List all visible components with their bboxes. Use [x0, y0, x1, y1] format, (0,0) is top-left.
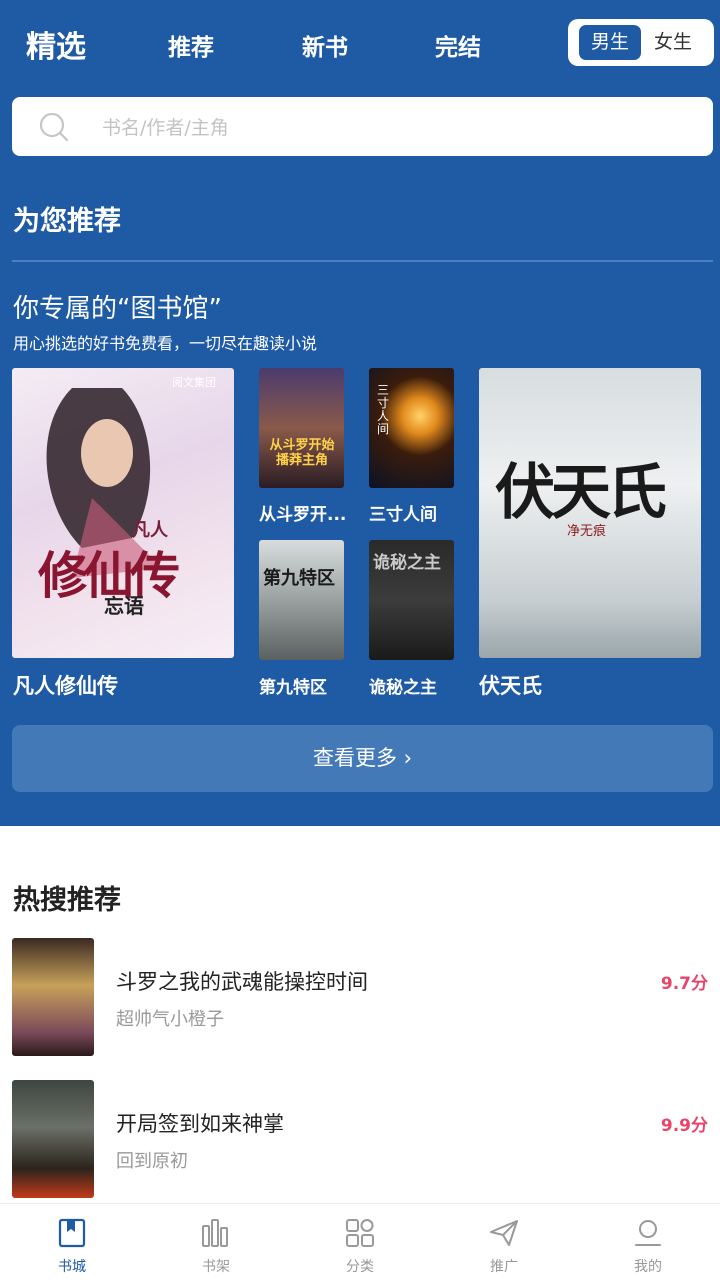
book-title-sancun[interactable]: 三寸人间 [369, 500, 437, 525]
search-bar[interactable]: 书名/作者/主角 [12, 97, 713, 156]
book-title-guimi[interactable]: 诡秘之主 [369, 673, 437, 698]
book-thumbnail [12, 938, 94, 1056]
book-title-fanren[interactable]: 凡人修仙传 [13, 670, 118, 700]
book-cover-douluo[interactable]: 从斗罗开始 播莽主角 [259, 368, 344, 488]
book-cover-guimi[interactable]: 诡秘之主 [369, 540, 454, 660]
tab-completed[interactable]: 完结 [435, 28, 481, 62]
nav-bookshelf[interactable]: 书架 [144, 1204, 288, 1280]
nav-mine[interactable]: 我的 [576, 1204, 720, 1280]
nav-label: 我的 [634, 1259, 662, 1275]
search-input[interactable]: 书名/作者/主角 [102, 113, 229, 140]
book-name: 开局签到如来神掌 [116, 1112, 284, 1136]
book-cover-dijiu[interactable]: 第九特区 [259, 540, 344, 660]
book-title-futian[interactable]: 伏天氏 [479, 670, 542, 700]
shelf-icon [202, 1219, 228, 1247]
cover-author-text: 忘语 [104, 594, 144, 618]
book-title-douluo[interactable]: 从斗罗开... [259, 500, 346, 525]
book-score: 9.9分 [660, 1116, 708, 1136]
book-name: 斗罗之我的武魂能操控时间 [116, 970, 368, 994]
cover-title-text: 第九特区 [263, 568, 335, 589]
gender-switch: 男生 女生 [568, 19, 714, 66]
book-thumbnail [12, 1080, 94, 1198]
cover-title-text: 三寸人间 [377, 383, 390, 436]
category-icon [346, 1219, 374, 1247]
book-cover-futian[interactable]: 伏天氏 净无痕 [479, 368, 701, 658]
tab-new-books[interactable]: 新书 [302, 28, 348, 62]
cover-title-text: 诡秘之主 [373, 553, 441, 573]
library-title: 你专属的“图书馆” [13, 294, 222, 324]
nav-category[interactable]: 分类 [288, 1204, 432, 1280]
cover-title-text: 从斗罗开始 播莽主角 [269, 438, 335, 468]
library-subtitle: 用心挑选的好书免费看，一切尽在趣读小说 [13, 334, 318, 353]
list-item[interactable]: 斗罗之我的武魂能操控时间 超帅气小橙子 9.7分 [0, 938, 720, 1058]
recommend-title: 为您推荐 [13, 206, 121, 237]
paper-plane-icon [490, 1220, 518, 1246]
book-cover-sancun[interactable]: 三寸人间 [369, 368, 454, 488]
book-icon [58, 1218, 86, 1248]
tab-featured[interactable]: 精选 [26, 22, 86, 66]
list-item[interactable]: 开局签到如来神掌 回到原初 9.9分 [0, 1080, 720, 1200]
book-title-dijiu[interactable]: 第九特区 [259, 673, 327, 698]
nav-label: 推广 [490, 1259, 518, 1275]
nav-promote[interactable]: 推广 [432, 1204, 576, 1280]
gender-female-button[interactable]: 女生 [642, 25, 704, 60]
nav-label: 书城 [58, 1259, 86, 1275]
cover-author-text: 净无痕 [567, 524, 607, 539]
bottom-nav: 书城 书架 分类 推广 我的 [0, 1203, 720, 1280]
nav-label: 分类 [346, 1259, 374, 1275]
cover-title-text: 伏天氏 [495, 458, 667, 528]
divider [12, 260, 713, 262]
cover-publisher: 阅文集团 [172, 376, 216, 389]
nav-bookstore[interactable]: 书城 [0, 1204, 144, 1280]
view-more-button[interactable]: 查看更多 › [12, 725, 713, 792]
nav-label: 书架 [202, 1259, 230, 1275]
search-icon [39, 112, 69, 142]
tab-recommend[interactable]: 推荐 [168, 28, 214, 62]
book-cover-fanren[interactable]: 阅文集团 凡人 修仙传 忘语 [12, 368, 234, 658]
hot-title: 热搜推荐 [13, 885, 121, 916]
book-score: 9.7分 [660, 974, 708, 994]
book-author: 超帅气小橙子 [116, 1009, 224, 1030]
user-icon [635, 1220, 661, 1246]
book-author: 回到原初 [116, 1151, 188, 1172]
gender-male-button[interactable]: 男生 [579, 25, 641, 60]
